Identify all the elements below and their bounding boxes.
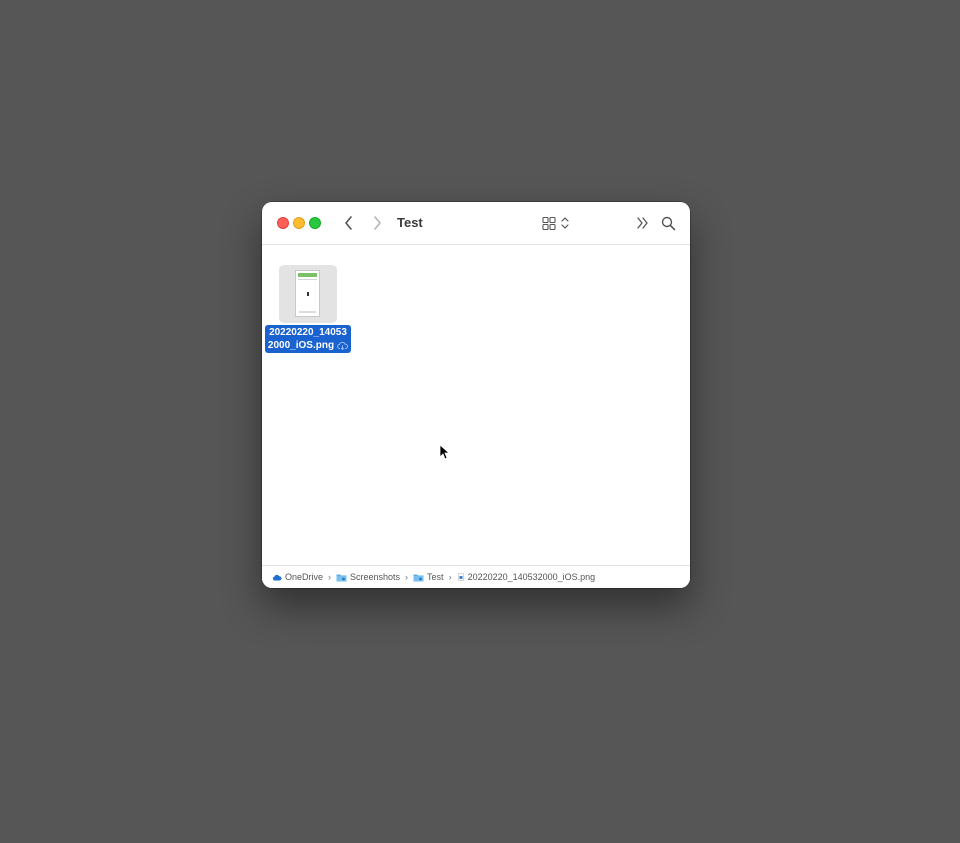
search-button[interactable] [659, 213, 677, 233]
path-item-onedrive[interactable]: OneDrive [272, 572, 323, 582]
close-button[interactable] [277, 217, 289, 229]
more-toolbar-items-button[interactable] [634, 214, 650, 232]
chevron-right-icon: › [448, 572, 452, 582]
folder-icon [336, 574, 347, 581]
forward-button[interactable] [369, 213, 385, 233]
view-options-button[interactable] [540, 214, 572, 232]
path-item-label: Test [427, 572, 444, 582]
png-file-icon [457, 573, 464, 581]
png-thumbnail-image [295, 270, 320, 317]
window-title: Test [397, 215, 423, 230]
toolbar: Test [262, 202, 690, 245]
finder-window: Test 20220220_14053 2000_iOS.png OneDriv… [262, 202, 690, 588]
zoom-button[interactable] [309, 217, 321, 229]
path-item-screenshots[interactable]: Screenshots [336, 572, 400, 582]
double-chevron-right-icon [636, 217, 648, 229]
path-item-file[interactable]: 20220220_140532000_iOS.png [457, 572, 596, 582]
file-thumbnail[interactable] [279, 265, 337, 323]
file-name-line1: 20220220_14053 [269, 327, 347, 338]
chevron-right-icon: › [328, 572, 332, 582]
grid-view-icon [542, 216, 569, 230]
path-item-label: Screenshots [350, 572, 401, 582]
onedrive-icon [272, 574, 282, 580]
search-icon [661, 216, 675, 230]
path-bar: OneDrive › Screenshots › Test › 20220220… [262, 565, 690, 588]
minimize-button[interactable] [293, 217, 305, 229]
chevron-left-icon [344, 216, 352, 230]
file-name-label[interactable]: 20220220_14053 2000_iOS.png [265, 325, 351, 353]
chevron-right-icon [373, 216, 381, 230]
path-item-test[interactable]: Test [413, 572, 444, 582]
folder-icon [413, 574, 424, 581]
back-button[interactable] [340, 213, 356, 233]
path-item-label: OneDrive [285, 572, 324, 582]
chevron-right-icon: › [405, 572, 409, 582]
mouse-pointer-icon [439, 444, 449, 460]
file-view[interactable]: 20220220_14053 2000_iOS.png [262, 245, 690, 565]
path-item-label: 20220220_140532000_iOS.png [467, 572, 596, 582]
cloud-download-icon[interactable] [337, 341, 348, 350]
file-name-line2: 2000_iOS.png [267, 340, 335, 351]
